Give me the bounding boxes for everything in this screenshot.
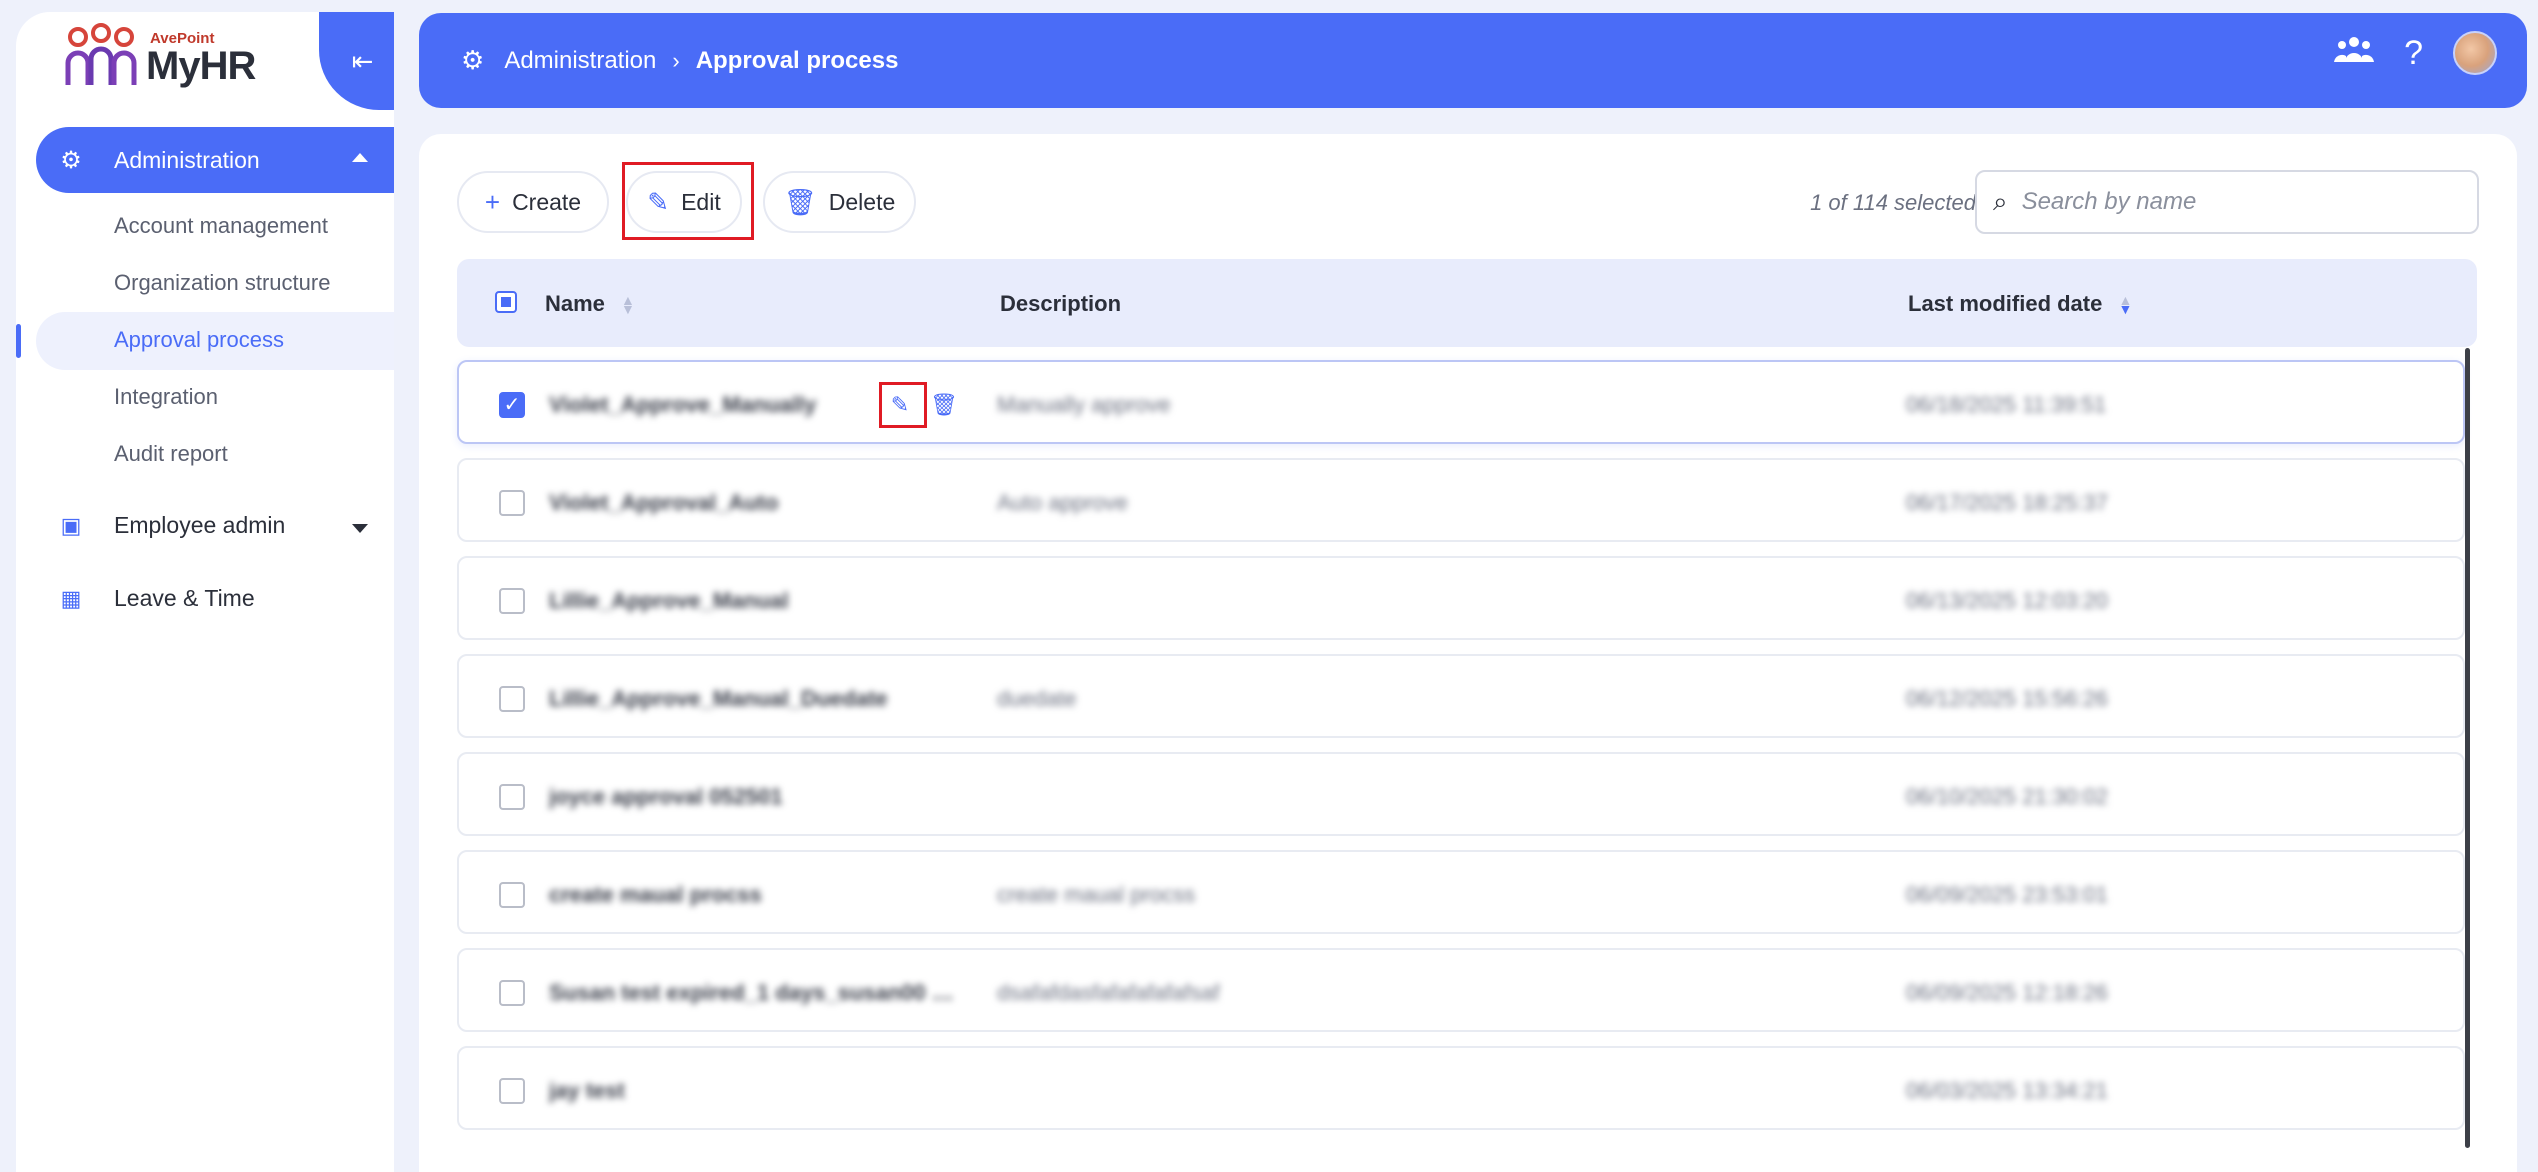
sidebar-item-organization-structure[interactable]: Organization structure — [114, 270, 330, 296]
sidebar-item-approval-process[interactable]: Approval process — [114, 327, 284, 353]
table-header: Name ▲ ▼ Description Last modified date ▲… — [457, 259, 2477, 347]
sidebar-item-leave-time[interactable]: ▦ Leave & Time — [56, 585, 255, 612]
row-name: Violet_Approve_Manually — [549, 392, 817, 417]
myhr-logo-icon — [65, 23, 137, 85]
sidebar-item-account-management[interactable]: Account management — [114, 213, 328, 239]
breadcrumb-root[interactable]: Administration — [504, 47, 656, 75]
chevron-down-icon[interactable] — [352, 524, 368, 533]
row-modified-date: 06/17/2025 18:25:37 — [1906, 490, 2108, 515]
select-all-checkbox[interactable] — [495, 291, 517, 313]
row-modified-date: 06/03/2025 13:34:21 — [1906, 1078, 2108, 1103]
chevron-right-icon: › — [672, 47, 680, 73]
sidebar-item-employee-admin[interactable]: ▣ Employee admin — [56, 512, 286, 539]
row-name: joyce approval 052501 — [549, 784, 783, 809]
calendar-icon: ▦ — [60, 585, 82, 611]
sort-desc-icon[interactable]: ▲ ▼ — [2118, 293, 2132, 316]
edit-highlight-box — [622, 162, 754, 240]
avatar[interactable] — [2453, 31, 2497, 75]
help-icon[interactable]: ? — [2404, 34, 2423, 73]
column-header-name[interactable]: Name ▲ ▼ — [545, 291, 635, 317]
table-body: ✓ Violet_Approve_Manually ✎ 🗑 Manually a… — [457, 360, 2465, 1144]
table-row[interactable]: Violet_Approval_Auto Auto approve 06/17/… — [457, 458, 2465, 542]
search-box[interactable]: ⌕ — [1975, 170, 2479, 234]
collapse-left-icon: ⇤ — [351, 45, 374, 76]
row-checkbox[interactable] — [499, 980, 525, 1006]
breadcrumb-current: Approval process — [695, 46, 899, 74]
chevron-up-icon — [352, 153, 368, 162]
row-checkbox[interactable] — [499, 588, 525, 614]
row-checkbox[interactable] — [499, 882, 525, 908]
row-checkbox[interactable]: ✓ — [499, 392, 525, 418]
row-name: Violet_Approval_Auto — [549, 490, 779, 515]
sidebar-item-administration[interactable]: ⚙ Administration — [36, 127, 394, 193]
app-logo[interactable]: AvePoint MyHR — [64, 20, 256, 96]
sidebar-item-integration[interactable]: Integration — [114, 384, 218, 410]
trash-icon: 🗑 — [930, 392, 958, 417]
create-button[interactable]: + Create — [457, 171, 609, 233]
row-modified-date: 06/09/2025 23:53:01 — [1906, 882, 2108, 907]
row-description: Manually approve — [997, 392, 1171, 417]
row-name: Lillie_Approve_Manual_Duedate — [549, 686, 888, 711]
column-label: Last modified date — [1908, 291, 2103, 316]
sidebar-item-audit-report[interactable]: Audit report — [114, 441, 228, 467]
gear-icon: ⚙ — [461, 45, 485, 75]
top-header: ⚙ Administration › Approval process ? — [419, 13, 2527, 108]
sidebar-item-label: Administration — [114, 146, 260, 173]
row-name: jay test — [549, 1078, 625, 1103]
sidebar-item-label: Employee admin — [114, 512, 286, 538]
main-card: + Create ✎ Edit 🗑 Delete 1 of 114 select… — [419, 134, 2517, 1172]
row-description: create maual procss — [997, 882, 1196, 907]
row-name: Lillie_Approve_Manual — [549, 588, 789, 613]
row-modified-date: 06/09/2025 12:18:26 — [1906, 980, 2108, 1005]
delete-button-label: Delete — [828, 188, 896, 215]
table-row[interactable]: ✓ Violet_Approve_Manually ✎ 🗑 Manually a… — [457, 360, 2465, 444]
table-row[interactable]: Lillie_Approve_Manual 06/13/2025 12:03:2… — [457, 556, 2465, 640]
id-badge-icon: ▣ — [60, 512, 82, 538]
row-edit-highlight-box — [879, 382, 927, 428]
column-header-description: Description — [1000, 291, 1122, 316]
row-description: dsafafdasfafafafafafsaf — [997, 980, 1220, 1005]
column-header-modified[interactable]: Last modified date ▲ ▼ — [1908, 291, 2132, 317]
table-row[interactable]: joyce approval 052501 06/10/2025 21:30:0… — [457, 752, 2465, 836]
row-delete-button[interactable]: 🗑 — [925, 386, 963, 424]
row-name: Susan test expired_1 days_susan00 a... — [549, 980, 959, 1005]
search-input[interactable] — [2021, 188, 2462, 216]
create-button-label: Create — [512, 188, 582, 215]
row-checkbox[interactable] — [499, 686, 525, 712]
gear-icon: ⚙ — [60, 146, 82, 174]
table-row[interactable]: create maual procss create maual procss … — [457, 850, 2465, 934]
plus-icon: + — [484, 186, 501, 217]
row-modified-date: 06/12/2025 15:56:26 — [1906, 686, 2108, 711]
table-row[interactable]: Lillie_Approve_Manual_Duedate duedate 06… — [457, 654, 2465, 738]
table-row[interactable]: Susan test expired_1 days_susan00 a... d… — [457, 948, 2465, 1032]
row-checkbox[interactable] — [499, 784, 525, 810]
row-checkbox[interactable] — [499, 1078, 525, 1104]
row-modified-date: 06/13/2025 12:03:20 — [1906, 588, 2108, 613]
sidebar-item-label: Leave & Time — [114, 585, 255, 611]
search-icon: ⌕ — [1993, 186, 2008, 216]
active-item-indicator — [16, 324, 21, 358]
table-row[interactable]: jay test 06/03/2025 13:34:21 — [457, 1046, 2465, 1130]
team-icon[interactable] — [2334, 34, 2375, 73]
row-modified-date: 06/18/2025 11:39:51 — [1906, 392, 2107, 417]
row-name: create maual procss — [549, 882, 762, 907]
row-modified-date: 06/10/2025 21:30:02 — [1906, 784, 2108, 809]
table-scrollbar[interactable] — [2465, 348, 2470, 1148]
delete-button[interactable]: 🗑 Delete — [763, 171, 916, 233]
row-description: duedate — [997, 686, 1077, 711]
trash-icon: 🗑 — [783, 186, 817, 217]
row-checkbox[interactable] — [499, 490, 525, 516]
app-name: MyHR — [146, 43, 256, 88]
selection-count: 1 of 114 selected — [1810, 190, 1976, 215]
row-description: Auto approve — [997, 490, 1128, 515]
sort-icon[interactable]: ▲ ▼ — [621, 293, 635, 316]
column-label: Name — [545, 291, 605, 316]
